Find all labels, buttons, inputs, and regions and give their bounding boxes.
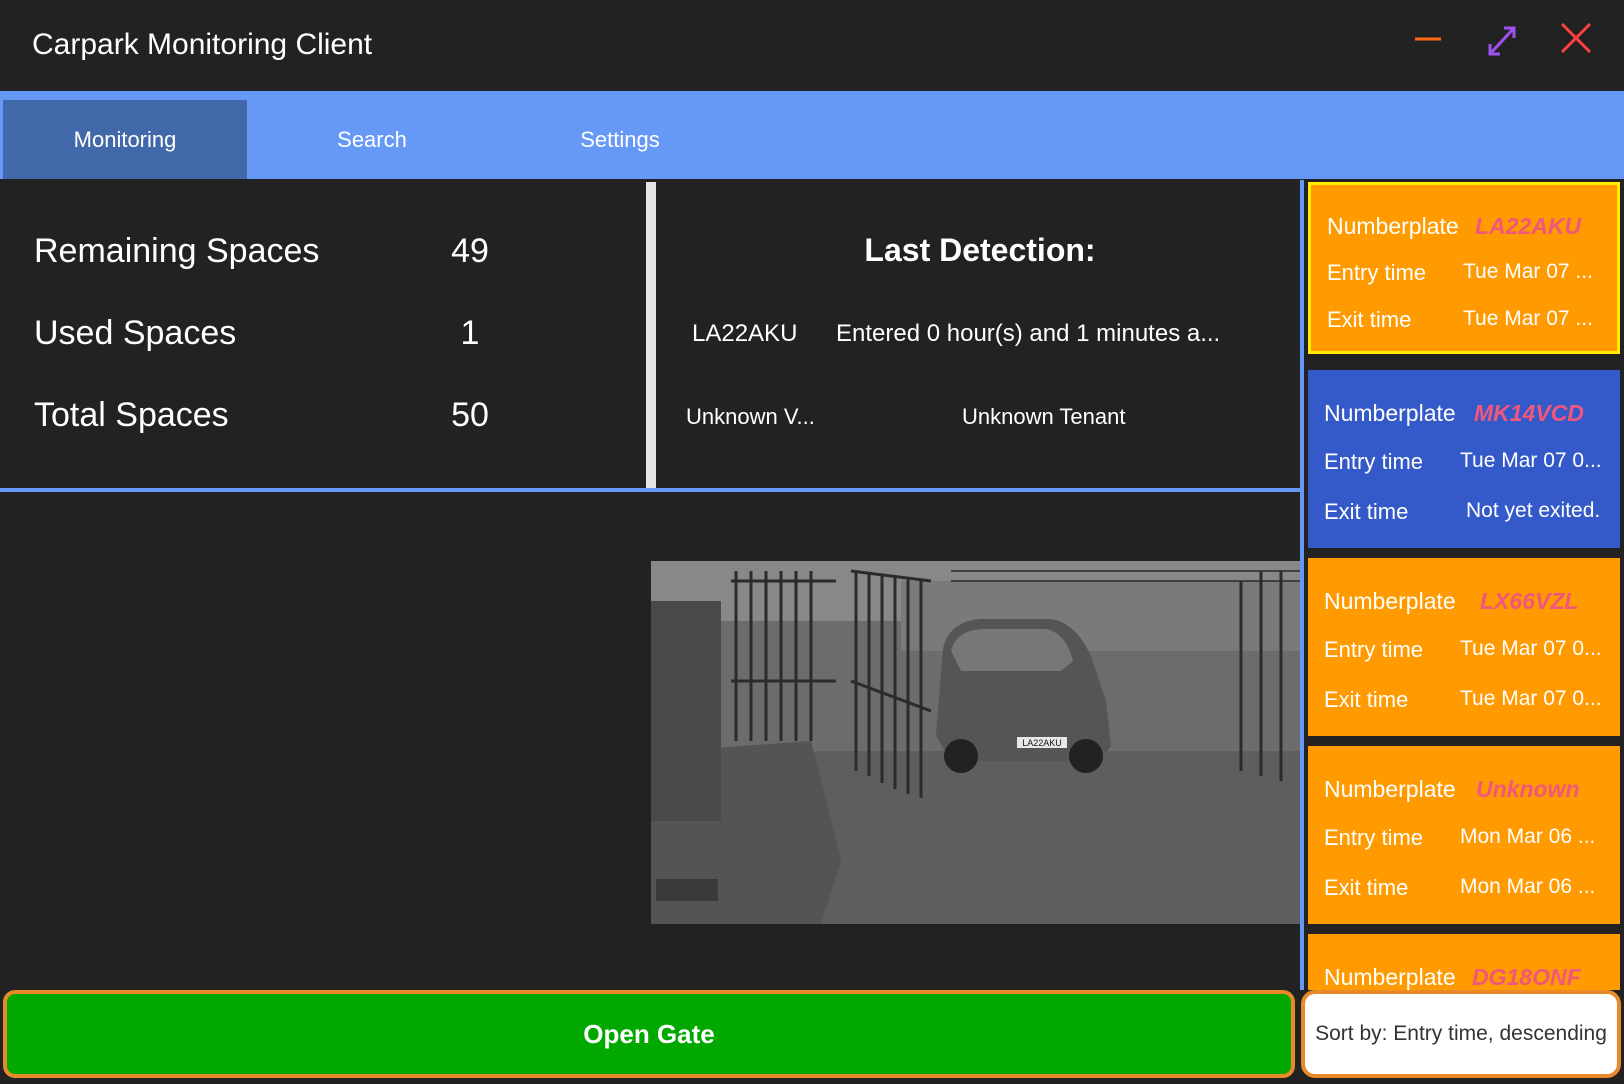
exit-time-label: Exit time [1324,687,1409,712]
remaining-spaces-label: Remaining Spaces [34,232,320,270]
entry-time-label: Entry time [1324,637,1424,662]
panel-divider [646,182,656,488]
exit-time-value: Tue Mar 07 ... [1463,307,1593,330]
numberplate-value: Unknown [1476,776,1580,802]
entry-time-value: Mon Mar 06 ... [1460,825,1596,848]
detection-card[interactable]: Numberplate DG18ONF [1308,934,1620,990]
numberplate-label: Numberplate [1324,964,1456,990]
entry-time-label: Entry time [1324,449,1424,474]
numberplate-value: LA22AKU [1475,213,1582,239]
detection-card[interactable]: Numberplate Unknown Entry time Mon Mar 0… [1308,746,1620,924]
last-detection-status: Entered 0 hour(s) and 1 minutes a... [836,320,1221,347]
tab-monitoring[interactable]: Monitoring [3,100,247,179]
entry-time-label: Entry time [1327,260,1427,285]
last-detection-heading: Last Detection: [864,232,1096,268]
app-title: Carpark Monitoring Client [32,28,373,61]
section-divider [0,488,1300,492]
detection-card[interactable]: Numberplate MK14VCD Entry time Tue Mar 0… [1308,370,1620,548]
detection-card[interactable]: Numberplate LX66VZL Entry time Tue Mar 0… [1308,558,1620,736]
sort-dropdown[interactable]: Sort by: Entry time, descending [1301,990,1621,1078]
total-spaces-value: 50 [451,396,489,434]
detection-card-list[interactable]: Numberplate LA22AKU Entry time Tue Mar 0… [1304,180,1624,990]
camera-image: LA22AKU [651,561,1300,924]
used-spaces-value: 1 [460,314,480,352]
numberplate-label: Numberplate [1327,213,1459,239]
exit-time-value: Mon Mar 06 ... [1460,875,1596,898]
last-detection-panel: Last Detection: LA22AKU Entered 0 hour(s… [660,180,1300,488]
open-gate-button[interactable]: Open Gate [3,990,1295,1078]
close-icon [1560,22,1592,54]
numberplate-value: DG18ONF [1472,964,1581,990]
last-detection-vehicle: Unknown V... [686,404,815,429]
numberplate-value: LX66VZL [1480,588,1579,614]
numberplate-label: Numberplate [1324,588,1456,614]
maximize-button[interactable] [1476,18,1528,70]
minimize-icon [1415,37,1441,41]
entry-time-value: Tue Mar 07 ... [1463,260,1593,283]
entry-time-label: Entry time [1324,825,1424,850]
exit-time-label: Exit time [1324,499,1409,524]
entry-time-value: Tue Mar 07 0... [1460,637,1602,660]
last-detection-tenant: Unknown Tenant [962,404,1126,429]
detection-card[interactable]: Numberplate LA22AKU Entry time Tue Mar 0… [1308,182,1620,354]
numberplate-label: Numberplate [1324,776,1456,802]
last-detection-plate: LA22AKU [692,320,798,347]
numberplate-label: Numberplate [1324,400,1456,426]
minimize-button[interactable] [1402,18,1454,70]
exit-time-label: Exit time [1324,875,1409,900]
used-spaces-label: Used Spaces [34,314,237,352]
numberplate-value: MK14VCD [1474,400,1584,426]
expand-icon [1488,26,1516,56]
tab-settings[interactable]: Settings [520,100,720,179]
exit-time-value: Tue Mar 07 0... [1460,687,1602,710]
tab-search[interactable]: Search [272,100,472,179]
remaining-spaces-value: 49 [451,232,489,270]
total-spaces-label: Total Spaces [34,396,229,434]
camera-feed: LA22AKU [651,561,1300,924]
exit-time-value: Not yet exited. [1466,499,1601,522]
exit-time-label: Exit time [1327,307,1412,332]
close-button[interactable] [1550,18,1602,70]
space-stats-panel: Remaining Spaces 49 Used Spaces 1 Total … [0,180,648,488]
entry-time-value: Tue Mar 07 0... [1460,449,1602,472]
camera-plate-text: LA22AKU [1022,738,1062,748]
